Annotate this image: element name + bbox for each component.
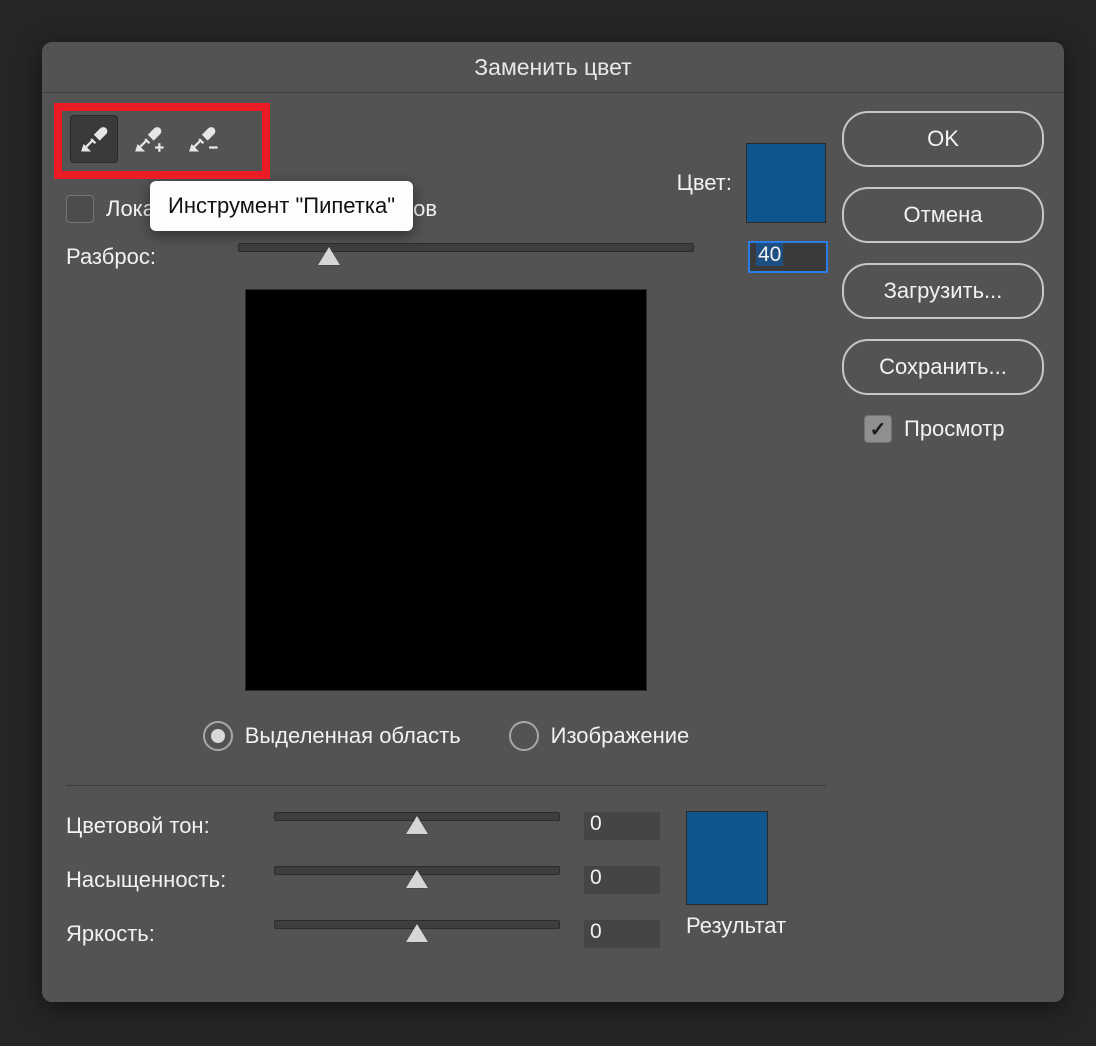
result-label: Результат bbox=[686, 913, 836, 939]
section-divider bbox=[66, 785, 826, 786]
fuzziness-field[interactable]: 40 bbox=[750, 243, 826, 271]
preview-checkbox-label: Просмотр bbox=[904, 416, 1004, 442]
eyedropper-add-tool[interactable] bbox=[124, 115, 172, 163]
ok-button[interactable]: OK bbox=[842, 111, 1044, 167]
save-button[interactable]: Сохранить... bbox=[842, 339, 1044, 395]
radio-selection-indicator bbox=[203, 721, 233, 751]
eyedropper-tooltip: Инструмент "Пипетка" bbox=[150, 181, 413, 231]
eyedropper-minus-icon bbox=[185, 122, 219, 156]
lightness-slider[interactable] bbox=[274, 920, 560, 948]
eyedropper-plus-icon bbox=[131, 122, 165, 156]
radio-selection-label: Выделенная область bbox=[245, 723, 461, 749]
hue-label: Цветовой тон: bbox=[66, 813, 274, 839]
replace-color-dialog[interactable]: Заменить цвет bbox=[42, 42, 1064, 1002]
fuzziness-thumb[interactable] bbox=[318, 247, 340, 265]
eyedropper-subtract-tool[interactable] bbox=[178, 115, 226, 163]
lightness-thumb[interactable] bbox=[406, 924, 428, 942]
result-color-swatch[interactable] bbox=[686, 811, 768, 905]
saturation-field[interactable]: 0 bbox=[584, 866, 660, 894]
eyedropper-tool[interactable] bbox=[70, 115, 118, 163]
hue-slider[interactable] bbox=[274, 812, 560, 840]
cancel-button[interactable]: Отмена bbox=[842, 187, 1044, 243]
dialog-title: Заменить цвет bbox=[42, 42, 1064, 93]
saturation-thumb[interactable] bbox=[406, 870, 428, 888]
localized-clusters-checkbox[interactable] bbox=[66, 195, 94, 223]
selection-color-swatch[interactable] bbox=[746, 143, 826, 223]
hue-thumb[interactable] bbox=[406, 816, 428, 834]
radio-selection[interactable]: Выделенная область bbox=[203, 721, 461, 751]
saturation-slider[interactable] bbox=[274, 866, 560, 894]
hue-field[interactable]: 0 bbox=[584, 812, 660, 840]
saturation-label: Насыщенность: bbox=[66, 867, 274, 893]
load-button[interactable]: Загрузить... bbox=[842, 263, 1044, 319]
selection-color-label: Цвет: bbox=[677, 170, 732, 196]
radio-image[interactable]: Изображение bbox=[509, 721, 690, 751]
radio-image-label: Изображение bbox=[551, 723, 690, 749]
fuzziness-slider[interactable] bbox=[238, 243, 694, 271]
radio-image-indicator bbox=[509, 721, 539, 751]
lightness-label: Яркость: bbox=[66, 921, 274, 947]
fuzziness-label: Разброс: bbox=[66, 244, 238, 270]
eyedropper-icon bbox=[77, 122, 111, 156]
selection-preview bbox=[245, 289, 647, 691]
lightness-field[interactable]: 0 bbox=[584, 920, 660, 948]
preview-checkbox[interactable]: ✓ bbox=[864, 415, 892, 443]
